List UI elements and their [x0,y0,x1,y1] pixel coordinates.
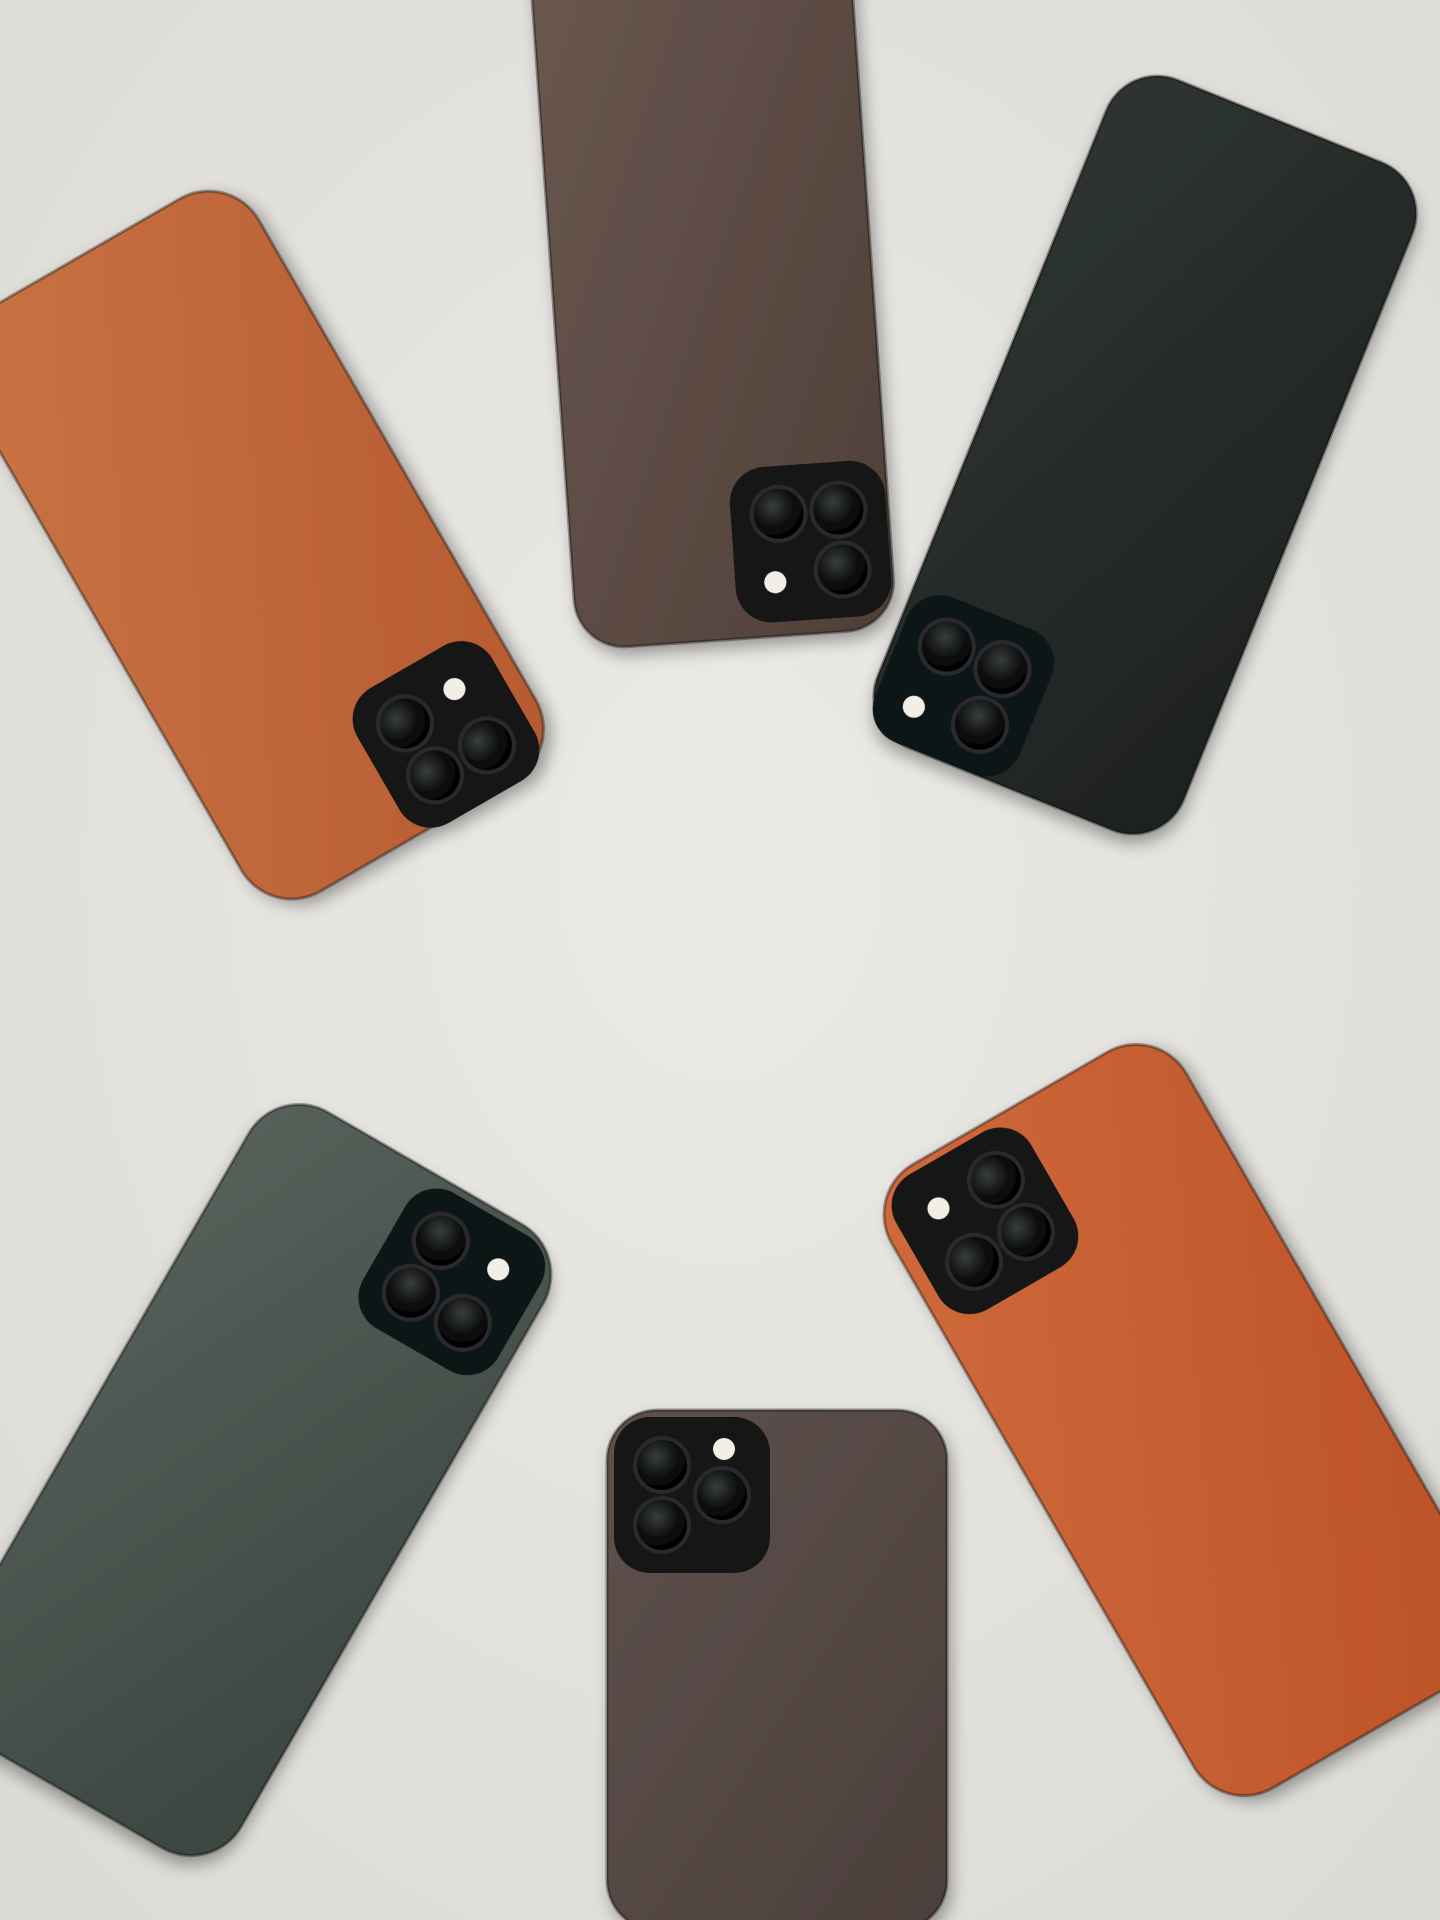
phone-case-brown-bottom-center [605,1408,949,1920]
lens-icon [809,480,868,539]
phone-case-brown-top-center [525,0,895,649]
lens-icon [633,1436,691,1494]
phone-cases-photo [0,0,1440,1920]
lens-icon [749,484,808,543]
lens-icon [633,1496,691,1554]
flash-icon [713,1438,735,1460]
camera-module [729,460,892,623]
camera-module [614,1417,770,1573]
lens-icon [813,540,872,599]
lens-icon [693,1466,751,1524]
